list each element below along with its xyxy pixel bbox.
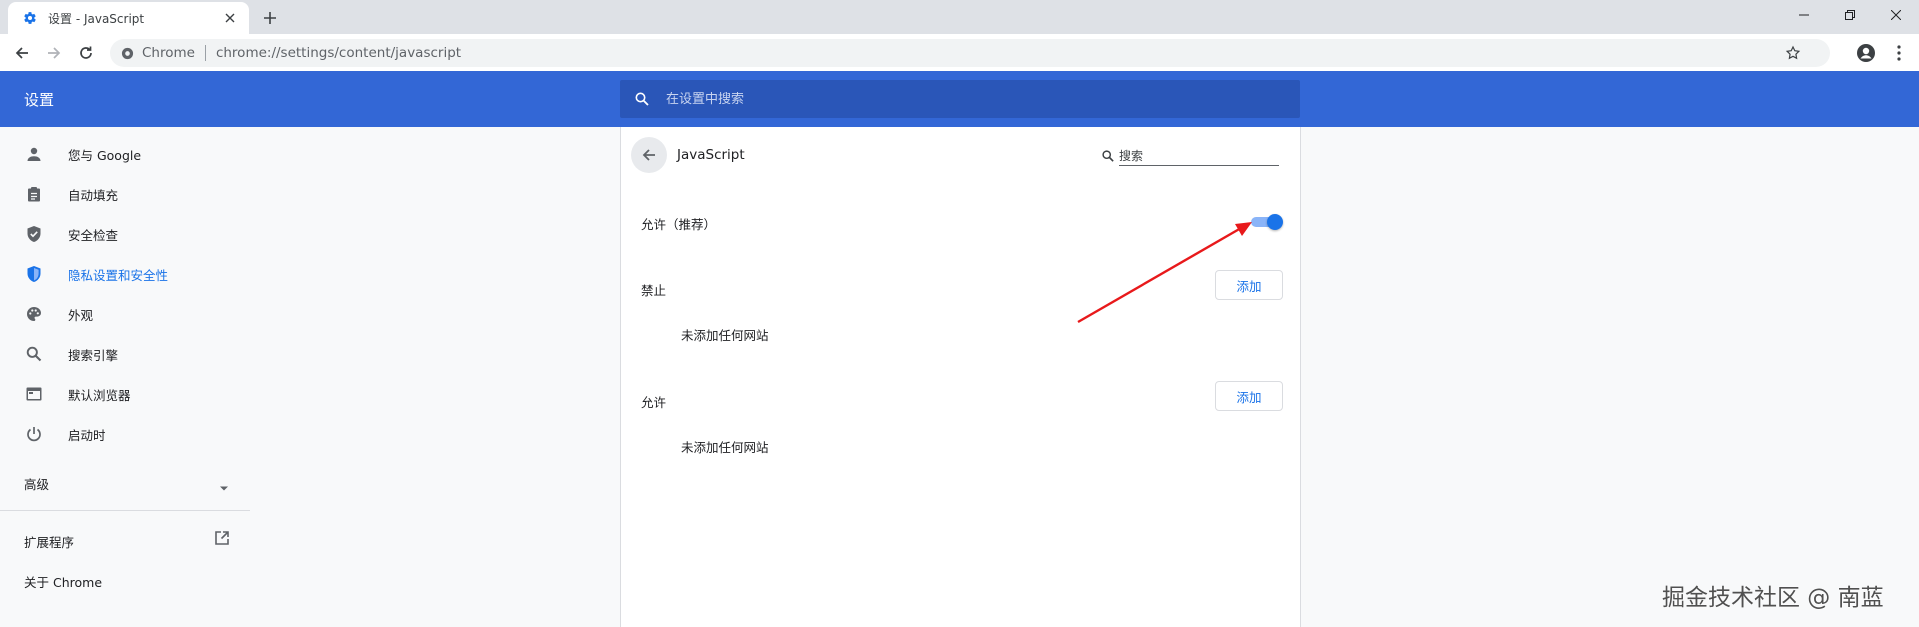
sidebar-item-label: 您与 Google [68, 147, 142, 163]
sidebar-item-privacy-security[interactable]: 隐私设置和安全性 [0, 254, 250, 294]
omnibox-separator [204, 45, 206, 61]
sidebar: 您与 Google 自动填充 安全检查 隐私设置和安全性 外观 搜索引擎 默认浏… [0, 127, 250, 627]
gear-icon [22, 10, 38, 26]
sidebar-divider [0, 510, 250, 511]
sidebar-item-label: 自动填充 [68, 187, 119, 203]
person-icon [24, 144, 44, 164]
settings-search-input[interactable] [666, 91, 1246, 107]
bookmark-star-icon[interactable] [1785, 45, 1801, 61]
block-section-label: 禁止 [641, 283, 667, 298]
forward-arrow-icon[interactable] [41, 40, 67, 66]
title-bar: 设置 - JavaScript [0, 0, 1919, 34]
back-button[interactable] [631, 137, 667, 173]
browser-toolbar: Chrome chrome://settings/content/javascr… [0, 34, 1919, 71]
allow-section-label: 允许 [641, 395, 667, 410]
subpage-search-input[interactable] [1119, 146, 1279, 166]
settings-header: 设置 [0, 71, 1919, 127]
shield-icon [24, 264, 44, 284]
search-icon [634, 91, 650, 107]
sidebar-item-label: 隐私设置和安全性 [68, 267, 169, 283]
sidebar-item-appearance[interactable]: 外观 [0, 294, 250, 334]
sidebar-item-label: 启动时 [68, 427, 106, 443]
sidebar-advanced[interactable]: 高级 [24, 474, 49, 493]
allow-empty-text: 未添加任何网站 [681, 440, 769, 455]
site-chip: Chrome [142, 45, 195, 61]
allow-recommended-label: 允许（推荐） [641, 217, 717, 232]
close-window-button[interactable] [1873, 0, 1919, 30]
chrome-icon [120, 46, 134, 60]
add-allow-site-button[interactable]: 添加 [1215, 381, 1283, 411]
sidebar-item-autofill[interactable]: 自动填充 [0, 174, 250, 214]
toggle-knob [1267, 214, 1283, 230]
sidebar-item-default-browser[interactable]: 默认浏览器 [0, 374, 250, 414]
search-icon [1101, 149, 1115, 163]
sidebar-item-on-startup[interactable]: 启动时 [0, 414, 250, 454]
block-empty-text: 未添加任何网站 [681, 328, 769, 343]
sidebar-extensions[interactable]: 扩展程序 [24, 532, 74, 551]
window-controls [1781, 0, 1919, 30]
tab-title: 设置 - JavaScript [48, 11, 145, 26]
watermark: 掘金技术社区 @ 南蓝 [1662, 585, 1884, 611]
external-link-icon[interactable] [214, 530, 232, 548]
address-bar[interactable]: Chrome chrome://settings/content/javascr… [110, 39, 1830, 67]
javascript-settings-card: JavaScript 允许（推荐） 禁止 添加 未添加任何网站 允许 添加 未添… [620, 127, 1301, 627]
power-icon [24, 424, 44, 444]
new-tab-button[interactable] [258, 6, 282, 30]
sidebar-item-safety-check[interactable]: 安全检查 [0, 214, 250, 254]
profile-avatar-icon[interactable] [1853, 40, 1879, 66]
sidebar-item-you-and-google[interactable]: 您与 Google [0, 134, 250, 174]
annotation-arrow [1077, 222, 1252, 324]
palette-icon [24, 304, 44, 324]
settings-search[interactable] [620, 80, 1300, 118]
reload-icon[interactable] [73, 40, 99, 66]
sidebar-item-label: 外观 [68, 307, 94, 323]
page-title: 设置 [24, 91, 55, 109]
shield-check-icon [24, 224, 44, 244]
menu-kebab-icon[interactable] [1886, 40, 1912, 66]
search-icon [24, 344, 44, 364]
back-arrow-icon [642, 149, 655, 161]
back-arrow-icon[interactable] [9, 40, 35, 66]
subpage-title: JavaScript [677, 147, 745, 163]
sidebar-item-label: 安全检查 [68, 227, 119, 243]
sidebar-item-search-engine[interactable]: 搜索引擎 [0, 334, 250, 374]
sidebar-item-label: 默认浏览器 [68, 387, 131, 403]
clipboard-icon [24, 184, 44, 204]
sidebar-item-label: 搜索引擎 [68, 347, 119, 363]
sidebar-about-chrome[interactable]: 关于 Chrome [24, 572, 102, 591]
subpage-search[interactable] [1101, 145, 1283, 167]
browser-icon [24, 384, 44, 404]
minimize-button[interactable] [1781, 0, 1827, 30]
url-text[interactable]: chrome://settings/content/javascript [216, 45, 461, 61]
chevron-down-icon[interactable] [218, 479, 230, 491]
restore-button[interactable] [1827, 0, 1873, 30]
close-tab-icon[interactable] [221, 9, 239, 27]
tab-settings[interactable]: 设置 - JavaScript [8, 2, 249, 34]
